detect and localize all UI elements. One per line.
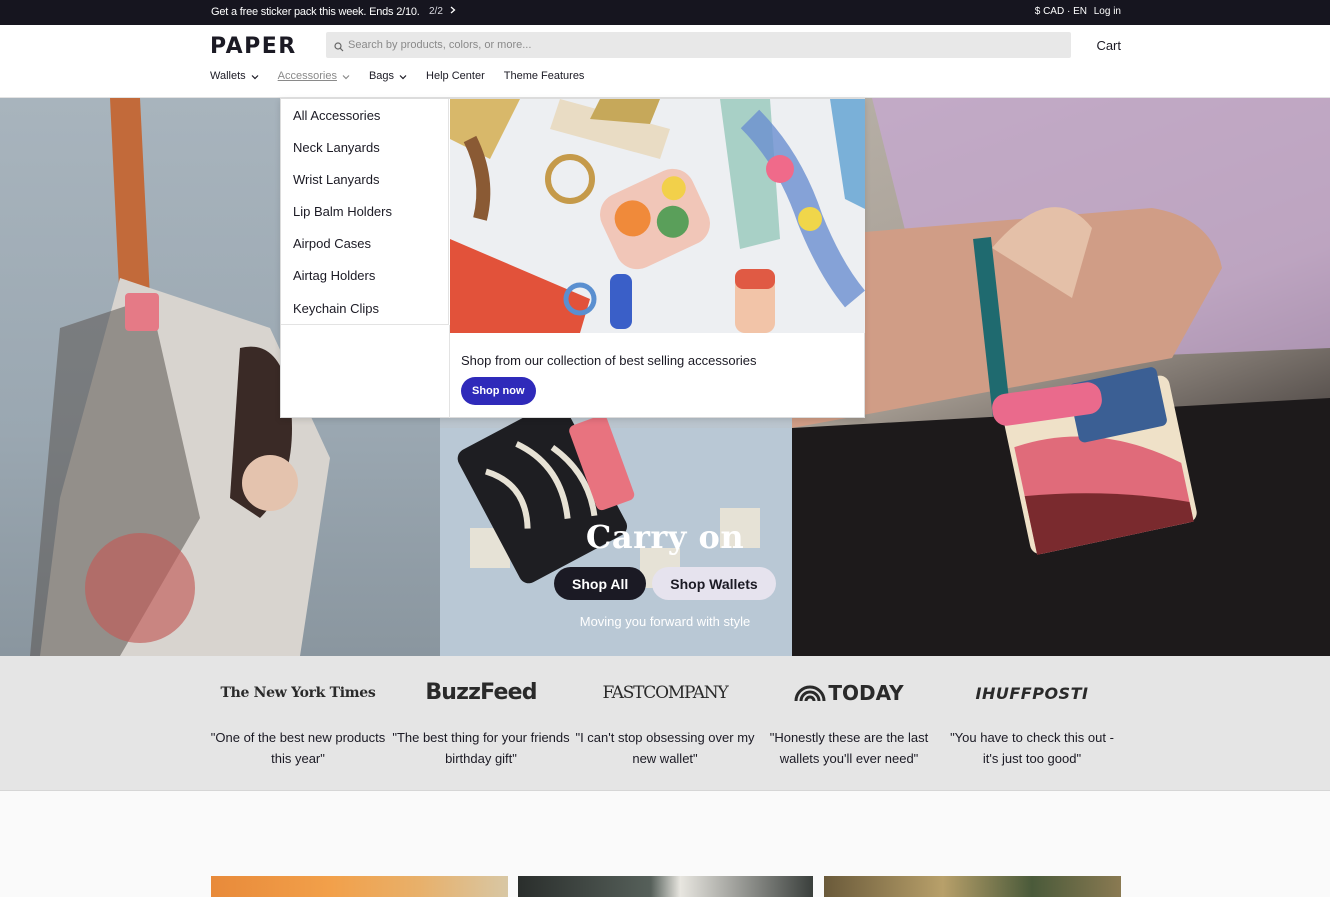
nav-item-bags[interactable]: Bags: [369, 70, 407, 82]
accessories-mega-menu: All Accessories Neck Lanyards Wrist Lany…: [280, 98, 865, 418]
fast-company-logo: FASTCOMPANY: [602, 683, 729, 703]
collection-card[interactable]: [211, 876, 508, 897]
nav-item-theme-features[interactable]: Theme Features: [504, 70, 585, 82]
announcement-bar: Get a free sticker pack this week. Ends …: [0, 0, 1330, 25]
menu-item-airtag-holders[interactable]: Airtag Holders: [293, 268, 375, 283]
shop-wallets-button[interactable]: Shop Wallets: [652, 567, 776, 600]
site-header: PAPER Cart Wallets Accessories Bags Help…: [0, 25, 1330, 98]
press-section: The New York Times "One of the best new …: [0, 656, 1330, 791]
nav-item-label: Accessories: [277, 70, 337, 82]
hero-photo-person-right: [792, 98, 1330, 656]
site-logo[interactable]: PAPER: [210, 34, 297, 59]
announcement-pager-count: 2/2: [429, 6, 443, 17]
shop-now-button[interactable]: Shop now: [461, 377, 536, 405]
press-quote-nyt: "One of the best new products this year": [210, 730, 386, 766]
menu-item-keychain-clips[interactable]: Keychain Clips: [293, 301, 379, 316]
accessories-promo-image[interactable]: [450, 99, 865, 333]
main-nav: Wallets Accessories Bags Help Center The…: [210, 70, 603, 82]
nyt-logo: The New York Times: [220, 685, 376, 701]
nav-item-help-center[interactable]: Help Center: [426, 70, 485, 82]
announcement-message[interactable]: Get a free sticker pack this week. Ends …: [211, 6, 420, 18]
press-quote-fast-company: "I can't stop obsessing over my new wall…: [575, 730, 755, 766]
chevron-right-icon[interactable]: [450, 6, 456, 17]
press-quote-huffpost: "You have to check this out - it's just …: [950, 730, 1114, 766]
chevron-down-icon: [251, 72, 259, 80]
login-link[interactable]: Log in: [1094, 6, 1121, 17]
today-logo: TODAY: [828, 681, 904, 705]
menu-item-airpod-cases[interactable]: Airpod Cases: [293, 236, 371, 251]
chevron-down-icon: [399, 72, 407, 80]
search-input[interactable]: [348, 32, 1058, 58]
nav-item-label: Bags: [368, 70, 395, 82]
featured-collections: [0, 791, 1330, 897]
hero-image-right: [792, 98, 1330, 656]
press-quote-buzzfeed: "The best thing for your friends birthda…: [392, 730, 570, 766]
menu-divider: [449, 325, 450, 418]
hero-subtitle: Moving you forward with style: [579, 614, 751, 629]
nav-item-wallets[interactable]: Wallets: [210, 70, 259, 82]
search-icon: [334, 39, 344, 52]
collection-card[interactable]: [824, 876, 1121, 897]
shop-all-button[interactable]: Shop All: [554, 567, 647, 600]
huffpost-logo: IHUFFPOSTI: [975, 684, 1089, 703]
hero-title: Carry on: [585, 518, 745, 556]
nav-item-label: Theme Features: [503, 70, 585, 82]
nav-item-label: Help Center: [426, 70, 485, 82]
menu-item-all-accessories[interactable]: All Accessories: [293, 108, 380, 123]
hero-cta-group: Shop All Shop Wallets: [554, 567, 776, 600]
accessories-menu-list: All Accessories Neck Lanyards Wrist Lany…: [281, 99, 449, 325]
today-logo-group: TODAY: [759, 681, 939, 707]
menu-item-neck-lanyards[interactable]: Neck Lanyards: [293, 140, 380, 155]
accessories-product-photo: [450, 99, 865, 333]
collection-card[interactable]: [518, 876, 813, 897]
buzzfeed-logo: BuzzFeed: [425, 680, 537, 705]
chevron-down-icon: [342, 72, 350, 80]
today-rainbow-icon: [794, 683, 826, 707]
account-links: $ CAD · EN Log in: [1031, 6, 1121, 17]
menu-item-lip-balm-holders[interactable]: Lip Balm Holders: [293, 204, 392, 219]
nav-item-label: Wallets: [210, 70, 246, 82]
announcement-pager[interactable]: 2/2: [429, 6, 456, 17]
press-quote-today: "Honestly these are the last wallets you…: [769, 730, 929, 766]
cart-link[interactable]: Cart: [1096, 38, 1121, 53]
accessories-promo-text: Shop from our collection of best selling…: [461, 353, 757, 368]
currency-language-selector[interactable]: $ CAD · EN: [1035, 6, 1087, 17]
search-bar[interactable]: [326, 32, 1071, 58]
nav-item-accessories[interactable]: Accessories: [278, 70, 350, 82]
menu-item-wrist-lanyards[interactable]: Wrist Lanyards: [293, 172, 379, 187]
